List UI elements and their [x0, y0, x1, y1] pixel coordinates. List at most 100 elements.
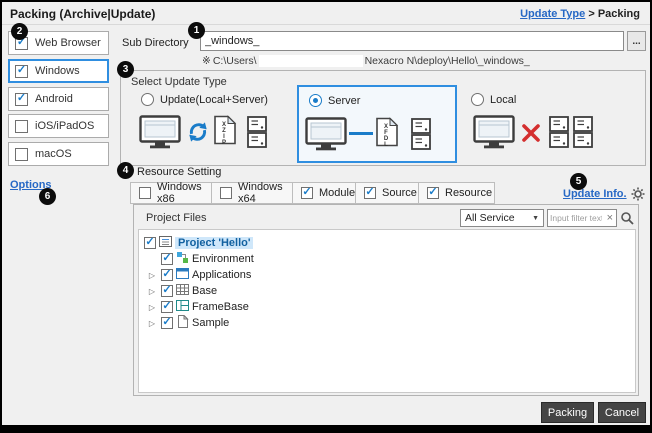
xzip-file-icon: XZIP — [213, 115, 237, 150]
update-type-option-local[interactable]: Local — [471, 93, 516, 106]
tree-item-applications[interactable]: ▷ ✓ Applications — [139, 267, 635, 283]
windows-x86-checkbox[interactable]: ✓ — [139, 187, 151, 199]
framebase-checkbox[interactable]: ✓ — [161, 301, 173, 313]
resource-checkbox-label: Windows x86 — [157, 181, 203, 205]
ios-checkbox[interactable]: ✓ — [15, 120, 28, 133]
annotation-badge-2: 2 — [11, 23, 28, 40]
server-radio[interactable] — [309, 94, 322, 107]
expander-icon[interactable]: ▷ — [149, 271, 155, 280]
resource-checkbox-resource[interactable]: ✓ Resource — [418, 182, 495, 204]
update-info-link[interactable]: Update Info. — [563, 188, 627, 200]
windows-checkbox[interactable]: ✓ — [15, 65, 28, 78]
check-icon: ✓ — [17, 65, 26, 76]
resource-checkbox[interactable]: ✓ — [427, 187, 439, 199]
sample-icon — [176, 315, 189, 331]
update-radio[interactable] — [141, 93, 154, 106]
update-type-link[interactable]: Update Type — [520, 8, 585, 20]
module-checkbox[interactable]: ✓ — [301, 187, 313, 199]
resource-checkbox-module[interactable]: ✓ Module — [292, 182, 356, 204]
project-hello-checkbox[interactable]: ✓ — [144, 237, 156, 249]
check-icon: ✓ — [162, 317, 171, 328]
resource-checkbox-label: Module — [319, 187, 355, 199]
sidebar-item-windows[interactable]: ✓ Windows — [8, 59, 109, 83]
filter-input[interactable] — [548, 213, 604, 223]
search-icon[interactable] — [620, 211, 634, 225]
breadcrumb: Update Type > Packing — [520, 8, 640, 20]
update-type-option-server[interactable]: Server — [309, 94, 360, 107]
annotation-badge-4: 4 — [117, 162, 134, 179]
framebase-icon — [176, 299, 189, 315]
resource-checkbox-windows-x64[interactable]: ✓ Windows x64 — [211, 182, 293, 204]
project-files-label: Project Files — [146, 212, 207, 224]
tree-item-label: Base — [192, 285, 217, 297]
applications-icon — [176, 267, 189, 283]
tree-item-label: Sample — [192, 317, 229, 329]
filter-input-wrap: × — [547, 209, 617, 227]
sidebar-item-android[interactable]: ✓ Android — [8, 87, 109, 111]
expander-slot: ▷ — [146, 303, 158, 312]
server-option-panel[interactable]: Server XFDL — [297, 85, 457, 163]
cancel-button[interactable]: Cancel — [598, 402, 646, 423]
check-icon: ✓ — [145, 237, 154, 248]
environment-checkbox[interactable]: ✓ — [161, 253, 173, 265]
local-radio[interactable] — [471, 93, 484, 106]
sub-directory-input[interactable] — [200, 31, 624, 51]
packing-button[interactable]: Packing — [541, 402, 594, 423]
check-icon: ✓ — [162, 301, 171, 312]
select-update-type-label: Select Update Type — [131, 76, 227, 88]
tree-item-framebase[interactable]: ▷ ✓ FrameBase — [139, 299, 635, 315]
tree-item-sample[interactable]: ▷ ✓ Sample — [139, 315, 635, 331]
sync-arrows-icon — [187, 121, 209, 148]
monitor-icon — [305, 117, 347, 156]
server-icon — [573, 116, 593, 153]
source-checkbox[interactable]: ✓ — [364, 187, 376, 199]
sidebar-item-macos[interactable]: ✓ macOS — [8, 142, 109, 166]
server-icon — [411, 118, 431, 155]
tree-item-environment[interactable]: ✓ Environment — [139, 251, 635, 267]
check-icon: ✓ — [365, 187, 374, 198]
clear-filter-icon[interactable]: × — [604, 213, 616, 224]
chevron-down-icon: ▼ — [532, 215, 539, 222]
resource-checkbox-source[interactable]: ✓ Source — [355, 182, 419, 204]
tree-item-project-hello[interactable]: ✓ Project 'Hello' — [139, 235, 635, 251]
expander-icon[interactable]: ▷ — [149, 319, 155, 328]
update-radio-label: Update(Local+Server) — [160, 94, 268, 106]
screenshot-frame: Packing (Archive|Update) Update Type > P… — [0, 0, 652, 433]
tree-item-base[interactable]: ▷ ✓ Base — [139, 283, 635, 299]
applications-checkbox[interactable]: ✓ — [161, 269, 173, 281]
server-icon — [549, 116, 569, 153]
service-filter-value: All Service — [465, 212, 515, 224]
check-icon: ✓ — [17, 93, 26, 104]
cancel-button-label: Cancel — [605, 407, 639, 419]
macos-checkbox[interactable]: ✓ — [15, 148, 28, 161]
expander-icon[interactable]: ▷ — [149, 303, 155, 312]
expander-slot: ▷ — [146, 287, 158, 296]
expander-slot: ▷ — [146, 271, 158, 280]
resource-setting-label: Resource Setting — [137, 166, 221, 178]
expander-icon[interactable]: ▷ — [149, 287, 155, 296]
check-icon: ✓ — [302, 187, 311, 198]
project-icon — [159, 235, 172, 251]
breadcrumb-current: Packing — [598, 8, 640, 20]
sample-checkbox[interactable]: ✓ — [161, 317, 173, 329]
tree-item-label: Environment — [192, 253, 254, 265]
xfdl-file-icon: XFDL — [375, 117, 399, 152]
browse-button[interactable]: ... — [627, 31, 646, 51]
service-filter-select[interactable]: All Service ▼ — [460, 209, 544, 227]
update-type-option-update[interactable]: Update(Local+Server) — [141, 93, 268, 106]
windows-x64-checkbox[interactable]: ✓ — [220, 187, 232, 199]
sidebar-item-label: macOS — [35, 148, 72, 160]
resource-checkbox-label: Windows x64 — [238, 181, 284, 205]
titlebar-divider — [2, 24, 650, 25]
sidebar-item-ios-ipados[interactable]: ✓ iOS/iPadOS — [8, 114, 109, 138]
connection-line — [349, 132, 373, 135]
resource-checkbox-windows-x86[interactable]: ✓ Windows x86 — [130, 182, 212, 204]
sub-directory-label: Sub Directory — [122, 37, 189, 49]
monitor-icon — [473, 115, 515, 154]
android-checkbox[interactable]: ✓ — [15, 93, 28, 106]
annotation-badge-5: 5 — [570, 173, 587, 190]
base-checkbox[interactable]: ✓ — [161, 285, 173, 297]
server-icon — [247, 116, 267, 153]
sidebar-item-label: iOS/iPadOS — [35, 120, 94, 132]
resource-checkbox-label: Source — [382, 187, 417, 199]
